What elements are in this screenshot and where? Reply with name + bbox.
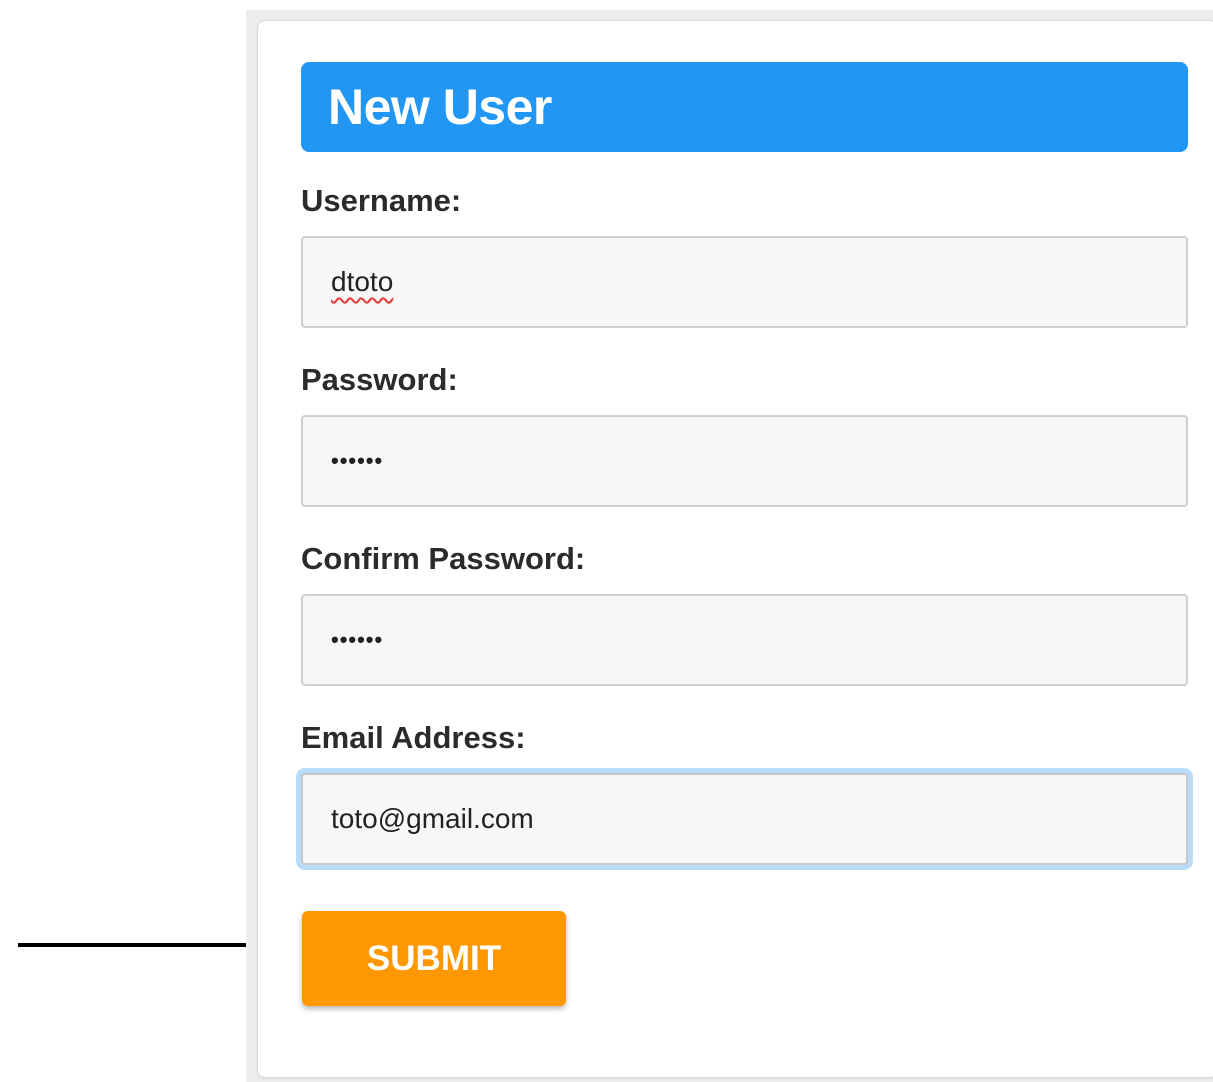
username-input[interactable]: dtoto bbox=[301, 236, 1188, 328]
username-label: Username: bbox=[301, 183, 462, 218]
email-input[interactable]: toto@gmail.com bbox=[301, 773, 1188, 865]
username-value: dtoto bbox=[331, 266, 394, 297]
form-title: New User bbox=[328, 79, 552, 135]
email-value: toto@gmail.com bbox=[331, 803, 534, 834]
page: New User Username: dtoto Password: •••••… bbox=[0, 0, 1213, 1082]
confirm-password-value: •••••• bbox=[331, 627, 384, 652]
password-label: Password: bbox=[301, 362, 458, 397]
submit-button[interactable]: SUBMIT bbox=[302, 911, 566, 1006]
confirm-password-input[interactable]: •••••• bbox=[301, 594, 1188, 686]
email-label: Email Address: bbox=[301, 720, 526, 755]
form-header: New User bbox=[301, 62, 1188, 152]
password-value: •••••• bbox=[331, 448, 384, 473]
submit-label: SUBMIT bbox=[366, 938, 502, 978]
password-input[interactable]: •••••• bbox=[301, 415, 1188, 507]
confirm-password-label: Confirm Password: bbox=[301, 541, 586, 576]
